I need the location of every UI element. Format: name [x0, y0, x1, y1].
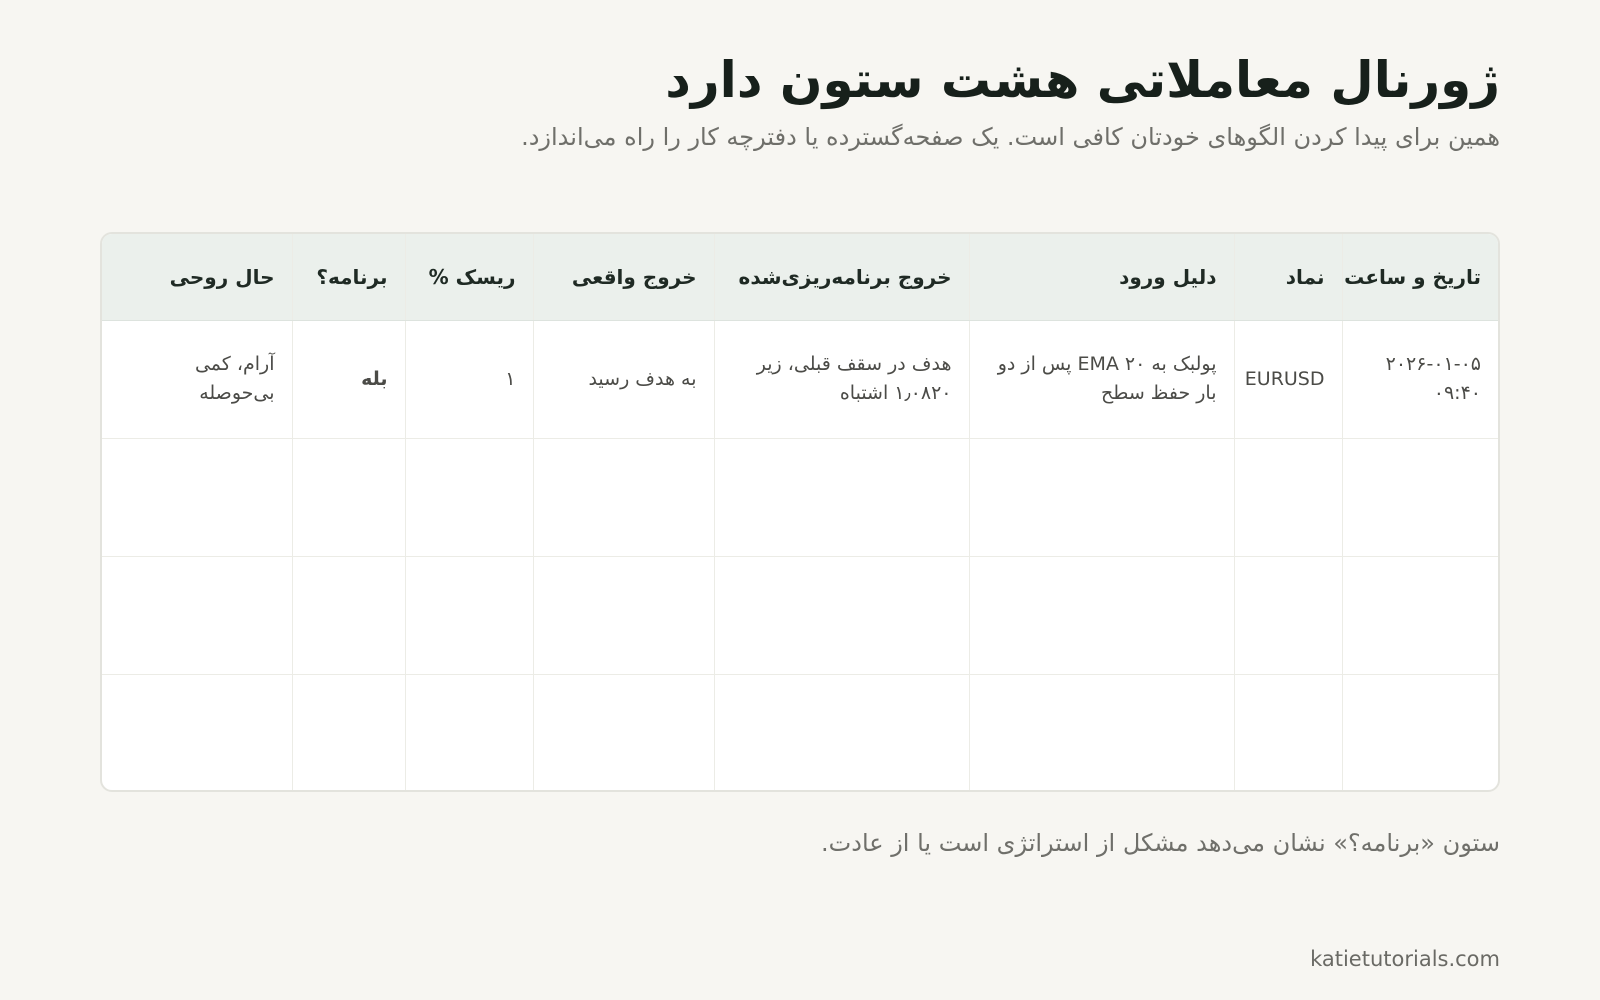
page: ژورنال معاملاتی هشت ستون دارد همین برای … [0, 0, 1600, 1000]
cell-symbol[interactable]: EURUSD [1233, 320, 1342, 439]
cell-entry-reason[interactable]: پولبک به EMA ۲۰ پس از دو بار حفظ سطح [968, 320, 1234, 439]
cell-actual-exit[interactable]: به هدف رسید [532, 320, 714, 439]
cell-planned-exit[interactable] [713, 438, 969, 557]
page-title: ژورنال معاملاتی هشت ستون دارد [665, 51, 1500, 109]
cell-actual-exit[interactable] [532, 674, 714, 790]
footnote: ستون «برنامه؟» نشان می‌دهد مشکل از استرا… [821, 829, 1500, 857]
cell-risk-percent[interactable] [404, 438, 533, 557]
cell-risk-percent[interactable] [404, 674, 533, 790]
cell-actual-exit[interactable] [532, 438, 714, 557]
column-header-symbol[interactable]: نماد [1233, 234, 1342, 321]
cell-symbol[interactable] [1233, 438, 1342, 557]
page-subtitle: همین برای پیدا کردن الگوهای خودتان کافی … [521, 123, 1500, 151]
cell-plan[interactable] [291, 438, 405, 557]
cell-mood[interactable]: آرام، کمی بی‌حوصله [102, 320, 292, 439]
cell-planned-exit[interactable]: هدف در سقف قبلی، زیر ۱٫۰۸۲۰ اشتباه [713, 320, 969, 439]
column-header-entry-reason[interactable]: دلیل ورود [968, 234, 1234, 321]
table-row [102, 556, 1498, 675]
cell-datetime[interactable]: ۲۰۲۶-۰۱-۰۵ ۰۹:۴۰ [1341, 320, 1498, 439]
cell-planned-exit[interactable] [713, 674, 969, 790]
cell-datetime[interactable] [1341, 438, 1498, 557]
cell-plan[interactable] [291, 556, 405, 675]
cell-risk-percent[interactable]: ۱ [404, 320, 533, 439]
column-header-plan[interactable]: برنامه؟ [291, 234, 405, 321]
column-header-mood[interactable]: حال روحی [102, 234, 292, 321]
cell-plan[interactable]: بله [291, 320, 405, 439]
journal-table-card: تاریخ و ساعت نماد دلیل ورود خروج برنامه‌… [100, 232, 1500, 792]
column-header-planned-exit[interactable]: خروج برنامه‌ریزی‌شده [713, 234, 969, 321]
cell-datetime[interactable] [1341, 674, 1498, 790]
table-row: ۲۰۲۶-۰۱-۰۵ ۰۹:۴۰ EURUSD پولبک به EMA ۲۰ … [102, 320, 1498, 439]
cell-entry-reason[interactable] [968, 674, 1234, 790]
cell-symbol[interactable] [1233, 556, 1342, 675]
cell-datetime[interactable] [1341, 556, 1498, 675]
column-header-actual-exit[interactable]: خروج واقعی [532, 234, 714, 321]
cell-mood[interactable] [102, 438, 292, 557]
cell-entry-reason[interactable] [968, 438, 1234, 557]
cell-risk-percent[interactable] [404, 556, 533, 675]
journal-table: تاریخ و ساعت نماد دلیل ورود خروج برنامه‌… [102, 234, 1498, 790]
site-credit: katietutorials.com [1310, 947, 1500, 971]
header-row: تاریخ و ساعت نماد دلیل ورود خروج برنامه‌… [102, 234, 1498, 321]
cell-actual-exit[interactable] [532, 556, 714, 675]
cell-mood[interactable] [102, 674, 292, 790]
cell-entry-reason[interactable] [968, 556, 1234, 675]
table-row [102, 438, 1498, 557]
table-row [102, 674, 1498, 790]
column-header-datetime[interactable]: تاریخ و ساعت [1341, 234, 1498, 321]
cell-plan[interactable] [291, 674, 405, 790]
cell-symbol[interactable] [1233, 674, 1342, 790]
column-header-risk-percent[interactable]: ریسک % [404, 234, 533, 321]
cell-mood[interactable] [102, 556, 292, 675]
cell-planned-exit[interactable] [713, 556, 969, 675]
